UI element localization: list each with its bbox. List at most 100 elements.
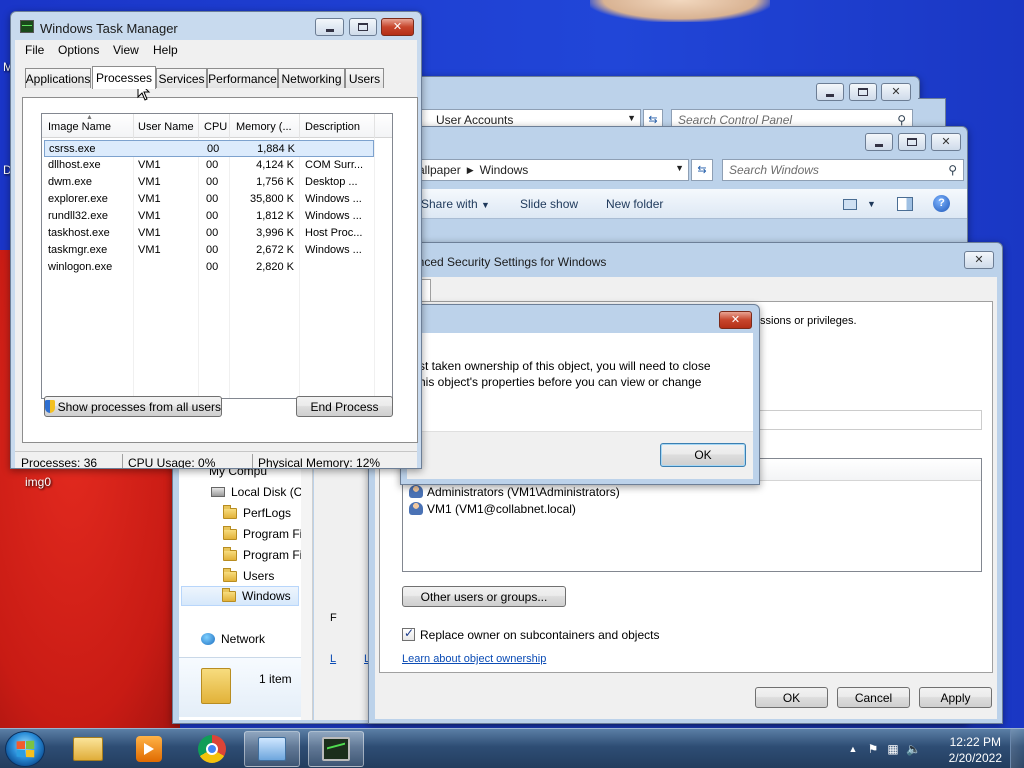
cell-user: VM1 (138, 176, 161, 188)
close-button[interactable]: ✕ (881, 83, 911, 101)
nav-item-users[interactable]: Users (223, 567, 274, 583)
cell-mem: 1,884 K (257, 143, 295, 155)
show-all-processes-button[interactable]: Show processes from all users (44, 396, 222, 417)
breadcrumb-item[interactable]: Windows (480, 163, 529, 177)
network-icon[interactable]: ▦ (886, 742, 900, 756)
breadcrumb-item[interactable]: allpaper (418, 163, 461, 177)
new-folder-button[interactable]: New folder (606, 197, 663, 211)
show-hidden-icons-icon[interactable]: ▲ (846, 742, 860, 756)
tab-processes[interactable]: Processes (92, 66, 156, 89)
desktop-icon-label[interactable]: img0 (25, 475, 51, 489)
user-icon (409, 502, 423, 515)
refresh-icon[interactable]: ⇆ (691, 159, 713, 181)
cell-user: VM1 (138, 210, 161, 222)
show-desktop-button[interactable] (1010, 729, 1024, 768)
process-row[interactable]: dllhost.exe VM1 00 4,124 K COM Surr... (44, 157, 374, 174)
maximize-button[interactable] (349, 18, 377, 36)
description-text: ssions or privileges. (760, 315, 857, 327)
clock-time: 12:22 PM (949, 735, 1001, 749)
nav-item-program-files-x86[interactable]: Program Fi (223, 546, 302, 562)
close-button[interactable]: ✕ (719, 311, 752, 329)
ok-button[interactable]: OK (660, 443, 746, 467)
link-fragment[interactable]: L (330, 653, 336, 665)
chevron-down-icon[interactable]: ▼ (675, 163, 684, 173)
list-item[interactable]: VM1 (VM1@collabnet.local) (409, 502, 576, 516)
maximize-button[interactable] (849, 83, 877, 101)
end-process-button[interactable]: End Process (296, 396, 393, 417)
process-row[interactable]: rundll32.exe VM1 00 1,812 K Windows ... (44, 208, 374, 225)
task-manager-window[interactable]: Windows Task Manager ✕ File Options View… (10, 11, 422, 469)
nav-item-program-files[interactable]: Program Fi (223, 525, 302, 541)
search-input[interactable]: Search Windows ⚲ (722, 159, 964, 181)
ok-button[interactable]: OK (755, 687, 828, 708)
minimize-button[interactable] (816, 83, 844, 101)
process-row[interactable]: explorer.exe VM1 00 35,800 K Windows ... (44, 191, 374, 208)
list-item[interactable]: Administrators (VM1\Administrators) (409, 485, 620, 499)
other-users-button[interactable]: Other users or groups... (402, 586, 566, 607)
menu-file[interactable]: File (25, 43, 44, 57)
windows-security-message-box[interactable]: ✕ st taken ownership of this object, you… (400, 304, 760, 485)
breadcrumb[interactable]: User Accounts (436, 113, 513, 127)
close-button[interactable]: ✕ (381, 18, 414, 36)
help-icon[interactable]: ? (933, 195, 950, 212)
search-icon[interactable]: ⚲ (897, 113, 906, 127)
chevron-right-icon[interactable]: ▶ (467, 165, 474, 176)
search-icon[interactable]: ⚲ (948, 163, 957, 177)
process-row[interactable]: winlogon.exe 00 2,820 K (44, 259, 374, 276)
nav-item-local-disk[interactable]: Local Disk (C (211, 485, 302, 499)
minimize-button[interactable] (315, 18, 344, 36)
column-header-cpu[interactable]: CPU (204, 121, 227, 133)
process-row[interactable]: taskmgr.exe VM1 00 2,672 K Windows ... (44, 242, 374, 259)
start-button[interactable] (5, 731, 45, 767)
view-options-icon[interactable] (843, 199, 857, 210)
share-with-button[interactable]: Share with ▼ (421, 197, 490, 211)
tab-services[interactable]: Services (156, 68, 207, 88)
apply-button[interactable]: Apply (919, 687, 992, 708)
taskbar-task-manager-button[interactable] (308, 731, 364, 767)
replace-owner-option[interactable]: Replace owner on subcontainers and objec… (402, 626, 659, 642)
address-bar[interactable]: allpaper ▶ Windows ▼ (413, 159, 689, 181)
volume-icon[interactable]: 🔈 (906, 742, 921, 756)
replace-owner-checkbox[interactable] (402, 626, 415, 641)
action-center-flag-icon[interactable]: ⚑ (866, 742, 880, 756)
tab-applications[interactable]: Applications (25, 68, 91, 88)
tab-users[interactable]: Users (345, 68, 384, 88)
taskbar-media-player-button[interactable] (121, 731, 177, 767)
menu-view[interactable]: View (113, 43, 139, 57)
close-button[interactable]: ✕ (964, 251, 994, 269)
column-header-description[interactable]: Description (305, 121, 360, 133)
maximize-button[interactable] (898, 133, 926, 151)
menu-options[interactable]: Options (58, 43, 99, 57)
nav-item-windows[interactable]: Windows (181, 586, 299, 606)
slide-show-button[interactable]: Slide show (520, 197, 578, 211)
clock[interactable]: 12:22 PM 2/20/2022 (949, 734, 1002, 766)
tab-performance[interactable]: Performance (207, 68, 278, 88)
tab-networking[interactable]: Networking (278, 68, 345, 88)
column-header-memory[interactable]: Memory (... (236, 121, 292, 133)
learn-ownership-link[interactable]: Learn about object ownership (402, 653, 546, 665)
minimize-icon (325, 28, 334, 32)
chevron-down-icon: ▼ (481, 200, 490, 210)
process-row[interactable]: taskhost.exe VM1 00 3,996 K Host Proc... (44, 225, 374, 242)
taskbar-control-panel-button[interactable] (244, 731, 300, 767)
taskbar-explorer-button[interactable] (60, 731, 116, 767)
maximize-icon (858, 88, 868, 96)
cancel-button[interactable]: Cancel (837, 687, 910, 708)
process-row[interactable]: dwm.exe VM1 00 1,756 K Desktop ... (44, 174, 374, 191)
menu-help[interactable]: Help (153, 43, 178, 57)
taskbar-chrome-button[interactable] (184, 731, 240, 767)
chevron-down-icon[interactable]: ▼ (627, 113, 636, 123)
preview-pane-icon[interactable] (897, 197, 913, 211)
chevron-down-icon[interactable]: ▼ (867, 199, 876, 209)
process-list[interactable]: Image Name ▲ User Name CPU Memory (... D… (41, 113, 393, 399)
list-header: Image Name ▲ User Name CPU Memory (... D… (42, 114, 392, 138)
minimize-button[interactable] (865, 133, 893, 151)
column-header-user-name[interactable]: User Name (138, 121, 194, 133)
column-header-image-name[interactable]: Image Name (48, 121, 111, 133)
nav-item-network[interactable]: Network (201, 632, 265, 646)
cell-desc: COM Surr... (305, 159, 364, 171)
folder-icon (223, 525, 237, 540)
process-row[interactable]: csrss.exe 00 1,884 K (44, 140, 374, 157)
close-button[interactable]: ✕ (931, 133, 961, 151)
nav-item-perflogs[interactable]: PerfLogs (223, 504, 291, 520)
